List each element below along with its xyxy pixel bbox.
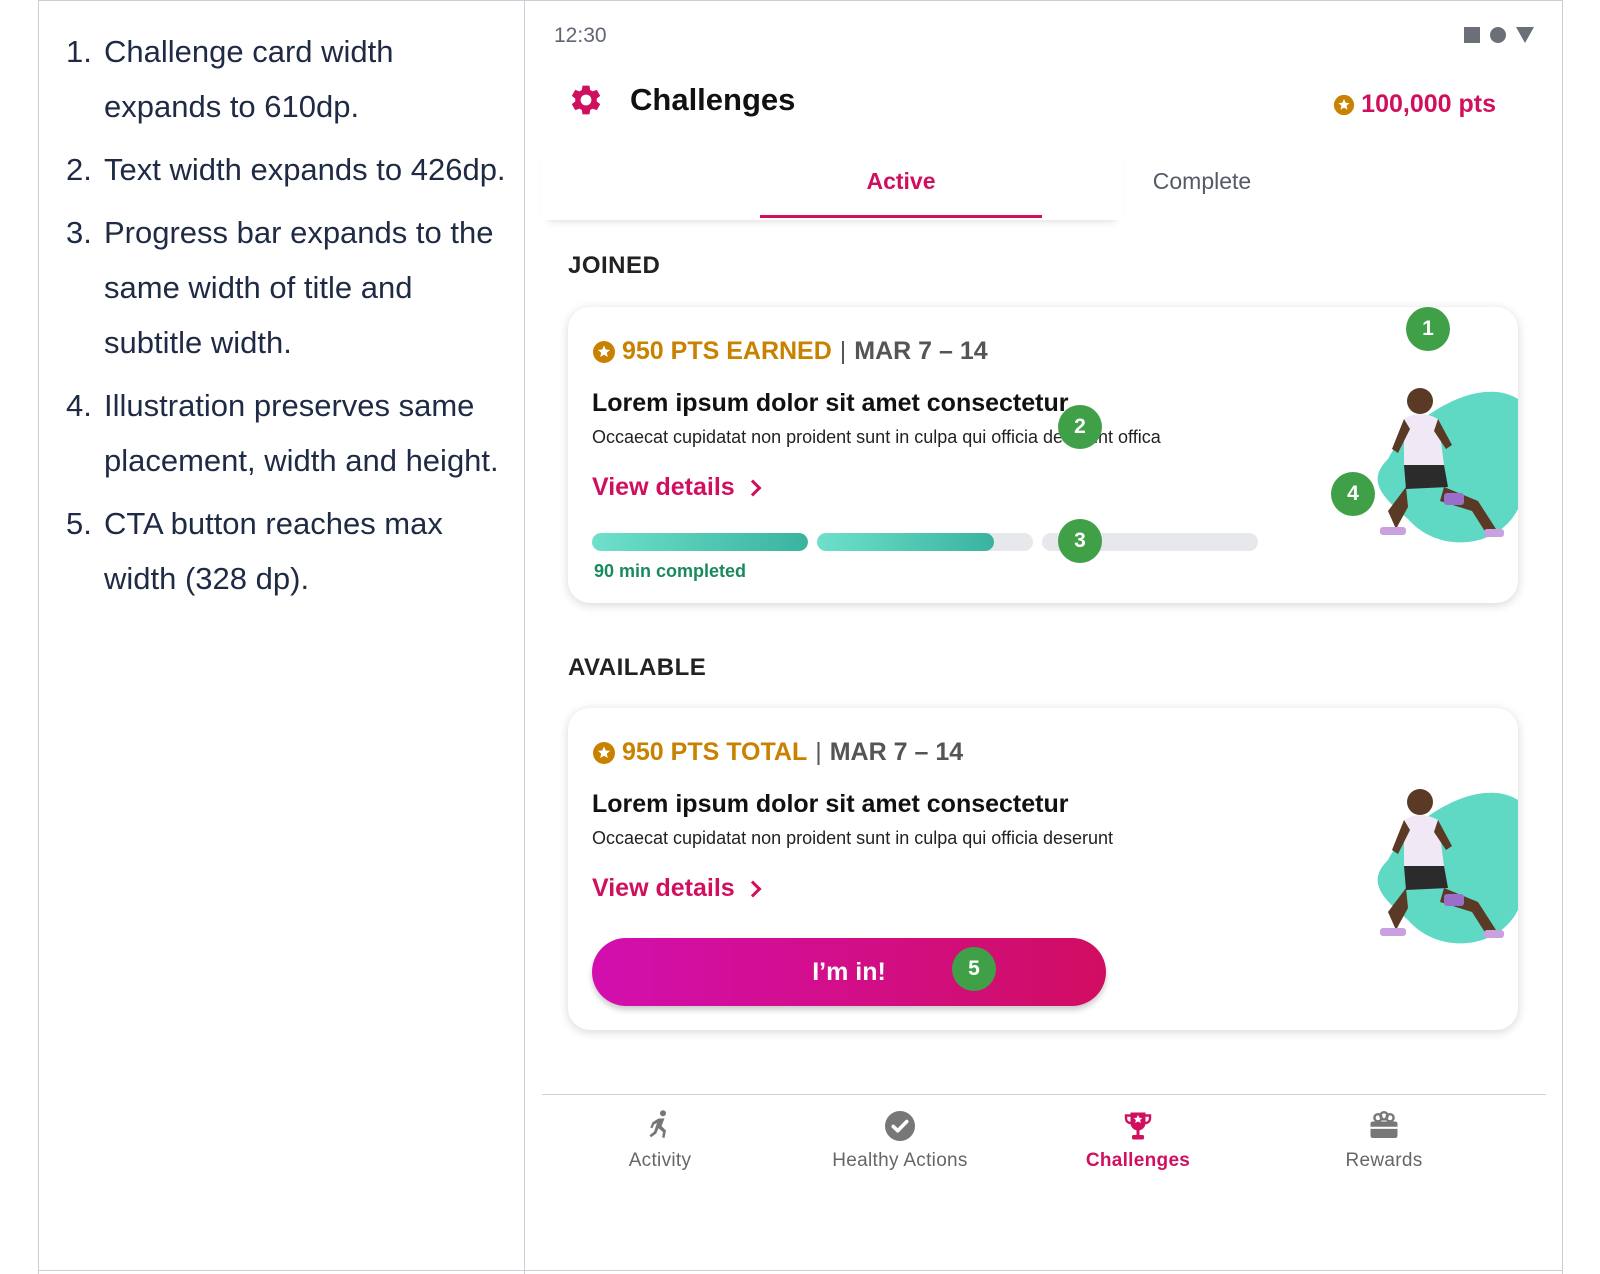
page-title: Challenges (630, 82, 796, 117)
gear-icon[interactable] (568, 82, 604, 118)
progress-bar (592, 533, 1258, 551)
nav-label: Rewards (1345, 1150, 1423, 1171)
check-circle-icon (885, 1111, 915, 1141)
card-meta: 950 PTS TOTAL | MAR 7 – 14 (592, 738, 963, 767)
available-challenge-card[interactable]: 950 PTS TOTAL | MAR 7 – 14 Lorem ipsum d… (568, 708, 1518, 1030)
card-points: 950 PTS EARNED (622, 337, 832, 365)
progress-segment (817, 533, 1033, 551)
note-number: 1. (66, 34, 92, 69)
nav-label: Activity (628, 1150, 692, 1171)
note-item: 3. Progress bar expands to the same width… (66, 205, 506, 370)
annotation-marker-4: 4 (1331, 472, 1375, 516)
status-icons (1464, 27, 1534, 43)
nav-item-challenges[interactable]: Challenges (1028, 1108, 1248, 1172)
meta-separator: | (815, 738, 822, 766)
chevron-right-icon (744, 880, 762, 897)
note-text: Illustration preserves same placement, w… (104, 388, 499, 478)
frame-left-border (38, 0, 39, 1274)
trophy-icon (1124, 1112, 1152, 1140)
tab-active[interactable]: Active (760, 168, 1042, 195)
card-date: MAR 7 – 14 (829, 738, 964, 766)
view-details-link[interactable]: View details (592, 473, 762, 502)
meta-separator: | (839, 337, 847, 365)
annotation-marker-2: 2 (1058, 405, 1102, 449)
chevron-right-icon (744, 479, 762, 496)
nav-label: Challenges (1085, 1150, 1191, 1171)
coin-icon (1334, 94, 1355, 115)
progress-segment (592, 533, 808, 551)
note-number: 3. (66, 215, 92, 250)
section-label-available: AVAILABLE (568, 654, 707, 681)
circle-icon (1490, 27, 1506, 43)
card-meta: 950 PTS EARNED | MAR 7 – 14 (592, 337, 988, 366)
nav-label: Healthy Actions (832, 1150, 968, 1171)
view-details-label: View details (592, 874, 735, 902)
points-balance: 100,000 pts (1333, 90, 1496, 119)
card-subtitle: Occaecat cupidatat non proident sunt in … (592, 828, 1114, 848)
annotation-notes: 1. Challenge card width expands to 610dp.… (66, 24, 506, 614)
square-icon (1464, 27, 1480, 43)
tab-complete[interactable]: Complete (1102, 168, 1302, 195)
coin-icon (593, 741, 615, 764)
note-number: 2. (66, 152, 92, 187)
progress-fill (592, 533, 808, 551)
note-text: Progress bar expands to the same width o… (104, 215, 494, 360)
tab-bar: Active Complete (542, 140, 1251, 220)
annotation-marker-1: 1 (1406, 307, 1450, 351)
status-time: 12:30 (554, 24, 607, 47)
notes-list: 1. Challenge card width expands to 610dp.… (66, 24, 506, 606)
card-title: Lorem ipsum dolor sit amet consectetur (592, 389, 1069, 417)
frame-bottom-border (38, 1270, 1563, 1271)
progress-label: 90 min completed (594, 561, 747, 581)
annotation-marker-3: 3 (1058, 519, 1102, 563)
frame-divider (524, 0, 525, 1274)
bottom-nav-divider (542, 1094, 1546, 1095)
gift-box-icon (1370, 1110, 1398, 1138)
card-points: 950 PTS TOTAL (622, 738, 808, 766)
workout-illustration (1377, 388, 1518, 543)
frame-right-border (1562, 0, 1563, 1274)
note-number: 4. (66, 388, 92, 423)
note-text: Challenge card width expands to 610dp. (104, 34, 394, 124)
running-person-icon (649, 1110, 666, 1138)
points-value: 100,000 pts (1361, 90, 1496, 118)
coin-icon (593, 340, 615, 363)
card-title: Lorem ipsum dolor sit amet consectetur (592, 790, 1069, 818)
annotation-marker-5: 5 (952, 947, 996, 991)
view-details-link[interactable]: View details (592, 874, 762, 903)
note-item: 4. Illustration preserves same placement,… (66, 378, 506, 488)
nav-item-rewards[interactable]: Rewards (1274, 1108, 1494, 1172)
nav-item-healthy-actions[interactable]: Healthy Actions (790, 1108, 1010, 1172)
note-item: 2. Text width expands to 426dp. (66, 142, 506, 197)
note-item: 5. CTA button reaches max width (328 dp). (66, 496, 506, 606)
progress-fill (817, 533, 995, 551)
note-text: Text width expands to 426dp. (104, 152, 506, 187)
note-number: 5. (66, 506, 92, 541)
section-label-joined: JOINED (568, 252, 661, 279)
note-text: CTA button reaches max width (328 dp). (104, 506, 443, 596)
view-details-label: View details (592, 473, 735, 501)
triangle-icon (1516, 27, 1534, 43)
device-screen: 12:30 Challenges 100,000 pts Active Comp… (542, 0, 1546, 1270)
joined-challenge-card[interactable]: 950 PTS EARNED | MAR 7 – 14 Lorem ipsum … (568, 307, 1518, 603)
card-date: MAR 7 – 14 (854, 337, 988, 365)
tab-active-indicator (760, 215, 1042, 218)
nav-item-activity[interactable]: Activity (550, 1108, 770, 1172)
workout-illustration (1377, 789, 1518, 944)
join-challenge-button[interactable]: I’m in! (592, 938, 1106, 1006)
note-item: 1. Challenge card width expands to 610dp. (66, 24, 506, 134)
